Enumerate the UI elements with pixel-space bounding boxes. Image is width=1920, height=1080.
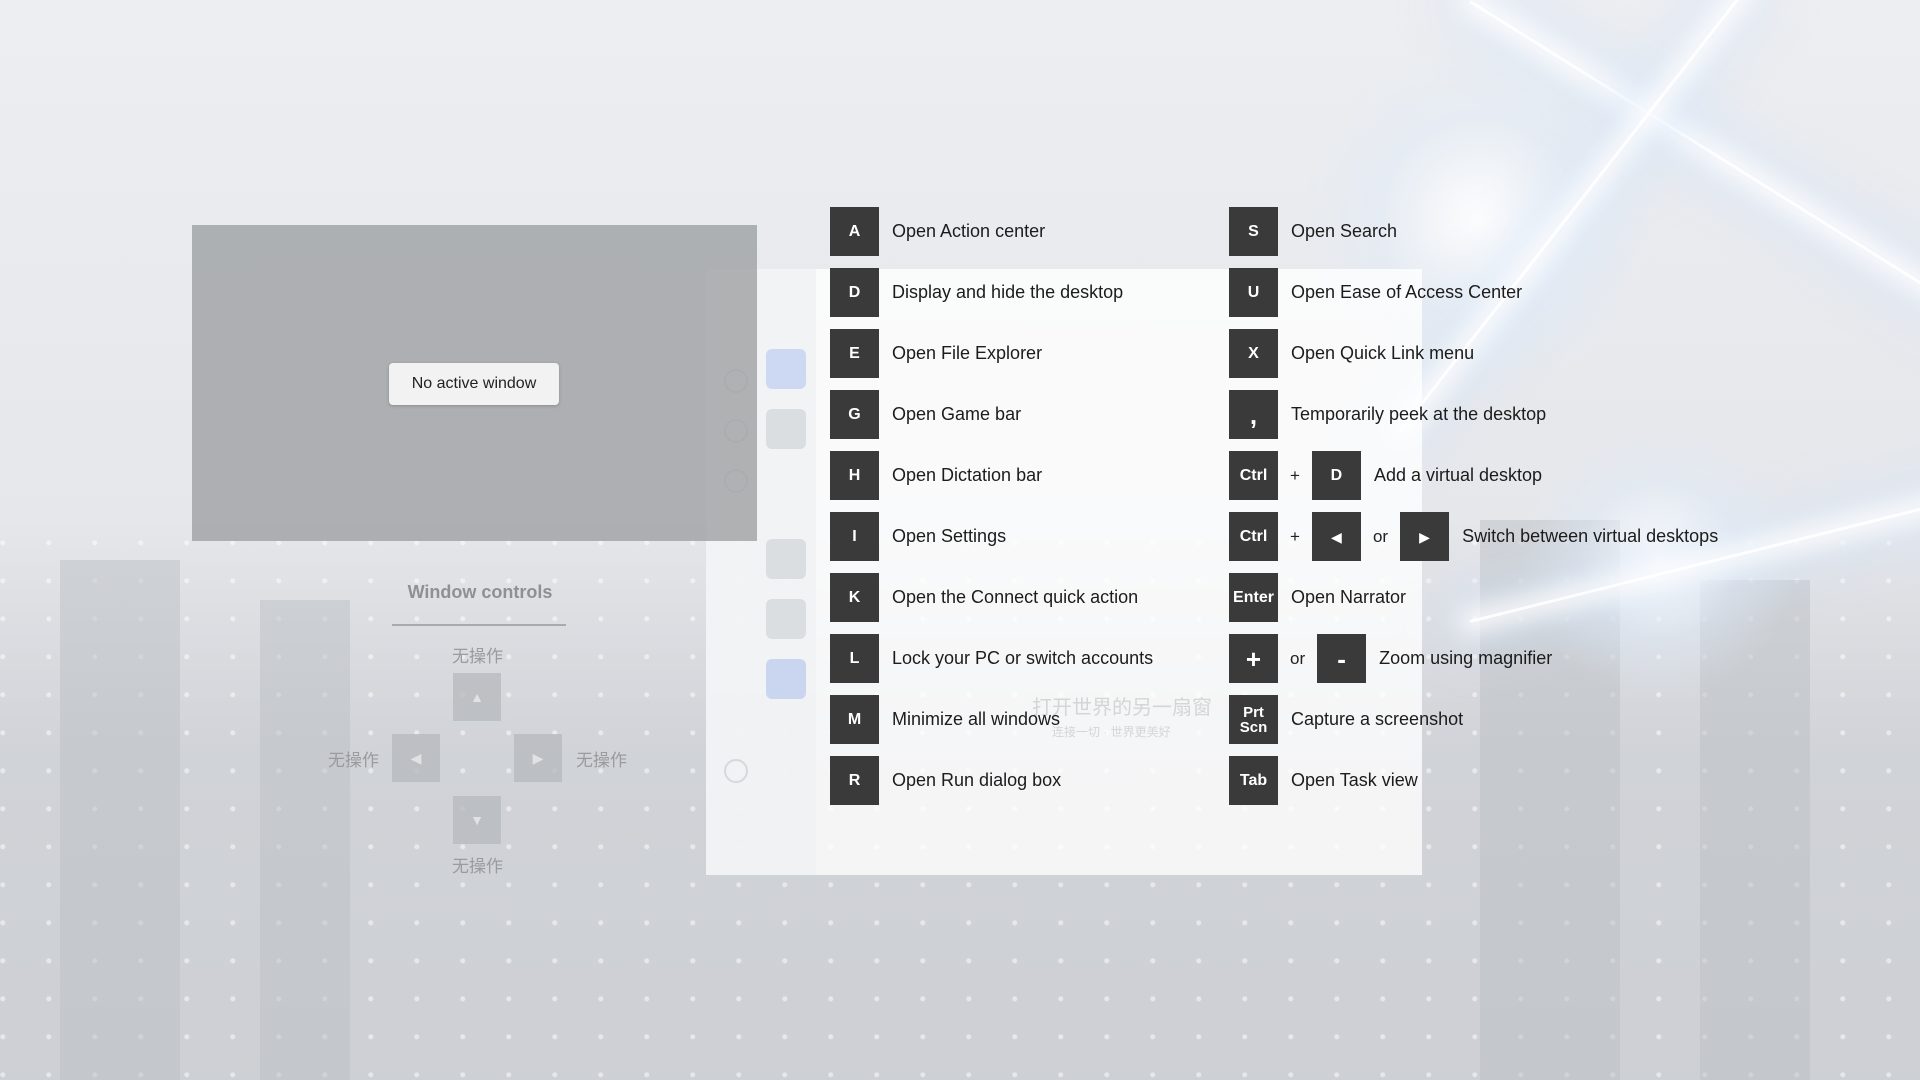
key-cap: + (1229, 634, 1278, 683)
shortcut-description: Display and hide the desktop (892, 282, 1124, 302)
or-separator: or (1290, 648, 1306, 668)
key-cap: K (830, 573, 879, 622)
app-thumbnail (766, 659, 806, 699)
left-action-label: 无操作 (328, 751, 379, 770)
key-cap: H (830, 451, 879, 500)
shortcut-description: Open Quick Link menu (1291, 343, 1475, 363)
triangle-up-icon: ▲ (470, 689, 484, 705)
arrow-right-icon: ▶ (1400, 512, 1450, 561)
snap-up-button[interactable]: ▲ (453, 673, 501, 721)
key-cap: A (830, 207, 879, 256)
shortcut-description: Lock your PC or switch accounts (892, 648, 1154, 668)
shortcut-description: Temporarily peek at the desktop (1291, 404, 1547, 424)
shortcut-row: E Open File Explorer (830, 329, 1042, 378)
key-cap: D (1311, 451, 1361, 500)
shortcut-row: H Open Dictation bar (830, 451, 1042, 500)
shortcut-description: Open Search (1291, 221, 1398, 241)
key-cap: G (830, 390, 879, 439)
key-cap: , (1229, 390, 1278, 439)
key-cap: S (1229, 207, 1278, 256)
shortcut-description: Open Narrator (1291, 587, 1407, 607)
shortcut-row: , Temporarily peek at the desktop (1229, 390, 1546, 439)
or-separator: or (1372, 526, 1389, 546)
key-cap: X (1229, 329, 1278, 378)
shortcut-description: Open the Connect quick action (892, 587, 1139, 607)
desktop: 打开世界的另一扇窗 连接一切 · 世界更美好 No active window … (0, 0, 1920, 1080)
plus-separator: + (1290, 526, 1300, 546)
key-cap: I (830, 512, 879, 561)
shortcut-description: Capture a screenshot (1291, 709, 1464, 729)
shortcut-row: G Open Game bar (830, 390, 1021, 439)
background-app-subline: 连接一切 · 世界更美好 (1052, 725, 1171, 739)
key-cap: - (1317, 634, 1367, 683)
key-cap: R (830, 756, 879, 805)
shortcut-description: Open Task view (1291, 770, 1418, 790)
shortcut-row: R Open Run dialog box (830, 756, 1061, 805)
shortcut-description: Open Game bar (892, 404, 1022, 424)
shortcut-description: Minimize all windows (892, 709, 1061, 729)
shortcut-description: Open Ease of Access Center (1291, 282, 1523, 302)
shortcut-description: Open Run dialog box (892, 770, 1062, 790)
triangle-left-icon: ◀ (410, 749, 422, 766)
triangle-down-icon: ▼ (470, 812, 484, 828)
shortcut-row: S Open Search (1229, 207, 1397, 256)
hexagon-icon (724, 759, 748, 783)
shortcut-description: Open File Explorer (892, 343, 1043, 363)
shortcut-description: Add a virtual desktop (1373, 465, 1543, 485)
wallpaper-building (260, 600, 350, 1080)
window-controls-divider (392, 624, 566, 626)
shortcut-row: A Open Action center (830, 207, 1045, 256)
shortcut-row: Prt Scn Capture a screenshot (1229, 695, 1463, 744)
key-cap: U (1229, 268, 1278, 317)
app-thumbnail (766, 349, 806, 389)
arrow-left-icon: ◀ (1311, 512, 1361, 561)
key-cap: Ctrl (1229, 512, 1278, 561)
key-cap: Tab (1229, 756, 1278, 805)
shortcut-description: Open Action center (892, 221, 1046, 241)
shortcut-description: Open Settings (892, 526, 1007, 546)
shortcut-row: Ctrl + ◀ or ▶ Switch between virtual des… (1229, 512, 1718, 561)
triangle-right-icon: ▶ (532, 749, 544, 766)
key-cap: M (830, 695, 879, 744)
shortcut-row: Enter Open Narrator (1229, 573, 1406, 622)
key-cap: Prt Scn (1229, 695, 1278, 744)
shortcut-row: U Open Ease of Access Center (1229, 268, 1522, 317)
key-cap: Enter (1229, 573, 1278, 622)
up-action-label: 无操作 (452, 647, 503, 666)
shortcut-row: I Open Settings (830, 512, 1006, 561)
shortcut-row: Ctrl + D Add a virtual desktop (1229, 451, 1542, 500)
snap-down-button[interactable]: ▼ (453, 796, 501, 844)
shortcut-row: X Open Quick Link menu (1229, 329, 1474, 378)
key-cap: Ctrl (1229, 451, 1278, 500)
down-action-label: 无操作 (452, 857, 503, 876)
shortcut-row: K Open the Connect quick action (830, 573, 1138, 622)
key-cap: E (830, 329, 879, 378)
app-thumbnail (766, 599, 806, 639)
snap-right-button[interactable]: ▶ (514, 734, 562, 782)
window-controls-title: Window controls (407, 582, 553, 602)
shortcut-description: Zoom using magnifier (1379, 648, 1553, 668)
shortcut-row: Tab Open Task view (1229, 756, 1418, 805)
right-action-label: 无操作 (576, 751, 627, 770)
key-cap: L (830, 634, 879, 683)
shortcut-row: L Lock your PC or switch accounts (830, 634, 1153, 683)
shortcut-description: Open Dictation bar (892, 465, 1043, 485)
shortcut-row: + or - Zoom using magnifier (1229, 634, 1552, 683)
app-thumbnail (766, 539, 806, 579)
plus-separator: + (1290, 465, 1300, 485)
preview-status-badge: No active window (389, 363, 559, 405)
shortcut-row: M Minimize all windows (830, 695, 1060, 744)
key-cap: D (830, 268, 879, 317)
app-thumbnail (766, 409, 806, 449)
shortcut-description: Switch between virtual desktops (1462, 526, 1719, 546)
wallpaper-building (60, 560, 180, 1080)
snap-left-button[interactable]: ◀ (392, 734, 440, 782)
shortcut-row: D Display and hide the desktop (830, 268, 1123, 317)
